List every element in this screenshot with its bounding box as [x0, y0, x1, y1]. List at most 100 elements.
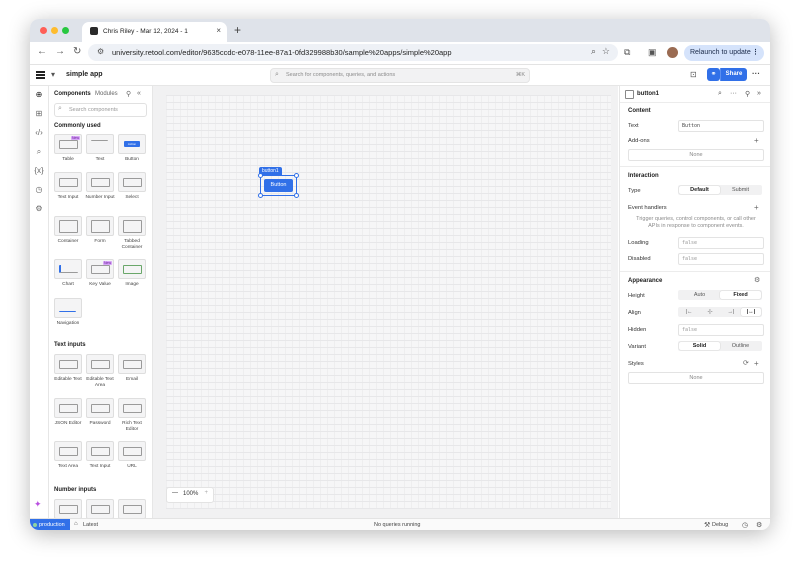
- component-text[interactable]: Text: [86, 134, 114, 163]
- profile-avatar[interactable]: [667, 47, 678, 58]
- type-option-submit[interactable]: Submit: [720, 186, 761, 194]
- retool-logo-icon[interactable]: [36, 71, 45, 79]
- zoom-out-button[interactable]: —: [172, 490, 178, 496]
- resize-handle[interactable]: [294, 173, 299, 178]
- new-tab-button[interactable]: +: [234, 23, 241, 37]
- search-icon[interactable]: ⌕: [718, 90, 722, 98]
- collapse-panel-icon[interactable]: «: [137, 90, 141, 97]
- component-rich-text-editor[interactable]: Rich Text Editor: [118, 398, 146, 432]
- height-option-auto[interactable]: Auto: [679, 291, 720, 299]
- variant-option-outline[interactable]: Outline: [720, 342, 761, 350]
- selection-box[interactable]: Button: [258, 173, 299, 198]
- component-url[interactable]: URL: [118, 441, 146, 470]
- tree-icon[interactable]: ⊞: [34, 109, 44, 118]
- app-menu-icon[interactable]: ▾: [51, 70, 55, 79]
- close-window-dot[interactable]: [40, 27, 47, 34]
- component-password[interactable]: Password: [86, 398, 114, 427]
- component-number-input[interactable]: Number Input: [85, 172, 115, 201]
- canvas-button-component[interactable]: Button: [264, 179, 293, 192]
- align-center-icon[interactable]: -|-: [700, 308, 720, 316]
- styles-link-icon[interactable]: ⟳: [743, 359, 749, 367]
- back-button[interactable]: ←: [37, 46, 47, 57]
- component-json-editor[interactable]: JSON Editor: [54, 398, 82, 427]
- loading-field[interactable]: false: [678, 237, 764, 249]
- component-text-input[interactable]: Text Input: [54, 172, 82, 201]
- height-option-fixed[interactable]: Fixed: [720, 291, 761, 299]
- collapse-inspector-icon[interactable]: »: [757, 90, 761, 97]
- appearance-settings-icon[interactable]: ⚙: [754, 276, 760, 284]
- component-editable-text[interactable]: Editable Text: [54, 354, 82, 383]
- component-number-3[interactable]: [118, 499, 146, 518]
- history-icon[interactable]: ◷: [742, 521, 748, 529]
- debug-button[interactable]: Debug: [712, 522, 728, 528]
- preview-icon[interactable]: ⊡: [690, 70, 697, 79]
- settings-gear-icon[interactable]: ⚙: [34, 204, 44, 213]
- add-component-icon[interactable]: ⊕: [34, 90, 44, 99]
- side-panel-icon[interactable]: ▣: [648, 47, 657, 58]
- ai-assist-icon[interactable]: ✦: [34, 499, 42, 510]
- history-icon[interactable]: ◷: [34, 185, 44, 194]
- browser-tab[interactable]: Chris Riley - Mar 12, 2024 - 1 ×: [82, 22, 227, 42]
- component-key-value[interactable]: New Key Value: [86, 259, 114, 288]
- app-more-menu[interactable]: ···: [752, 69, 760, 78]
- environment-badge[interactable]: production: [30, 519, 70, 530]
- site-settings-icon[interactable]: ⚙: [97, 47, 104, 56]
- extensions-icon[interactable]: ⧉: [624, 47, 630, 58]
- component-editable-text-area[interactable]: Editable Text Area: [86, 354, 114, 388]
- tab-close-icon[interactable]: ×: [216, 26, 221, 35]
- minimize-window-dot[interactable]: [51, 27, 58, 34]
- zoom-window-dot[interactable]: [62, 27, 69, 34]
- pin-icon[interactable]: ⚲: [745, 90, 750, 98]
- share-button[interactable]: Share: [720, 68, 747, 81]
- resize-handle[interactable]: [294, 193, 299, 198]
- styles-value[interactable]: None: [628, 372, 764, 384]
- component-container[interactable]: Container: [54, 216, 82, 245]
- settings-gear-icon[interactable]: ⚙: [756, 521, 762, 529]
- copy-link-button[interactable]: ⚭: [707, 68, 720, 81]
- component-chart[interactable]: Chart: [54, 259, 82, 288]
- text-value-field[interactable]: Button: [678, 120, 764, 132]
- component-number-2[interactable]: [86, 499, 114, 518]
- release-version[interactable]: Latest: [83, 522, 98, 528]
- component-select[interactable]: Select: [118, 172, 146, 201]
- align-stretch-icon[interactable]: |↔|: [741, 308, 761, 316]
- zoom-in-button[interactable]: +: [204, 490, 208, 496]
- add-event-handler-icon[interactable]: +: [754, 203, 759, 212]
- add-addon-icon[interactable]: +: [754, 136, 759, 145]
- zoom-level[interactable]: 100%: [183, 491, 198, 497]
- type-option-default[interactable]: Default: [679, 186, 720, 194]
- component-form[interactable]: Form: [86, 216, 114, 245]
- reload-button[interactable]: ↻: [73, 46, 81, 57]
- code-icon[interactable]: ‹/›: [34, 128, 44, 137]
- align-left-icon[interactable]: |←: [679, 308, 699, 316]
- component-navigation[interactable]: Navigation: [54, 298, 82, 327]
- relaunch-to-update-button[interactable]: Relaunch to update ⋮: [684, 45, 764, 61]
- variant-option-solid[interactable]: Solid: [679, 342, 720, 350]
- pin-panel-icon[interactable]: ⚲: [126, 90, 131, 98]
- resize-handle[interactable]: [258, 173, 263, 178]
- component-tabbed-container[interactable]: Tabbed Container: [118, 216, 146, 250]
- component-table[interactable]: New Table: [54, 134, 82, 163]
- zoom-search-icon[interactable]: ⌕: [591, 46, 596, 57]
- state-icon[interactable]: {x}: [34, 166, 44, 175]
- forward-button[interactable]: →: [55, 46, 65, 57]
- component-email[interactable]: Email: [118, 354, 146, 383]
- align-right-icon[interactable]: →|: [721, 308, 741, 316]
- search-rail-icon[interactable]: ⌕: [34, 147, 44, 157]
- bookmark-star-icon[interactable]: ☆: [602, 46, 610, 57]
- canvas-grid[interactable]: button1 Button: [166, 95, 611, 509]
- component-text-input-2[interactable]: Text Input: [86, 441, 114, 470]
- tab-modules[interactable]: Modules: [95, 91, 118, 97]
- app-name[interactable]: simple app: [66, 71, 103, 78]
- tab-components[interactable]: Components: [54, 91, 91, 97]
- component-button[interactable]: Action Button: [118, 134, 146, 163]
- resize-handle[interactable]: [258, 193, 263, 198]
- add-style-icon[interactable]: +: [754, 359, 759, 368]
- more-options-icon[interactable]: ···: [730, 90, 737, 97]
- component-search-input[interactable]: ⌕ Search components: [54, 103, 147, 117]
- inspector-component-name[interactable]: button1: [637, 91, 659, 97]
- addons-value[interactable]: None: [628, 149, 764, 161]
- hidden-field[interactable]: false: [678, 324, 764, 336]
- component-number-1[interactable]: [54, 499, 82, 518]
- browser-menu-icon[interactable]: ⋮: [752, 48, 759, 56]
